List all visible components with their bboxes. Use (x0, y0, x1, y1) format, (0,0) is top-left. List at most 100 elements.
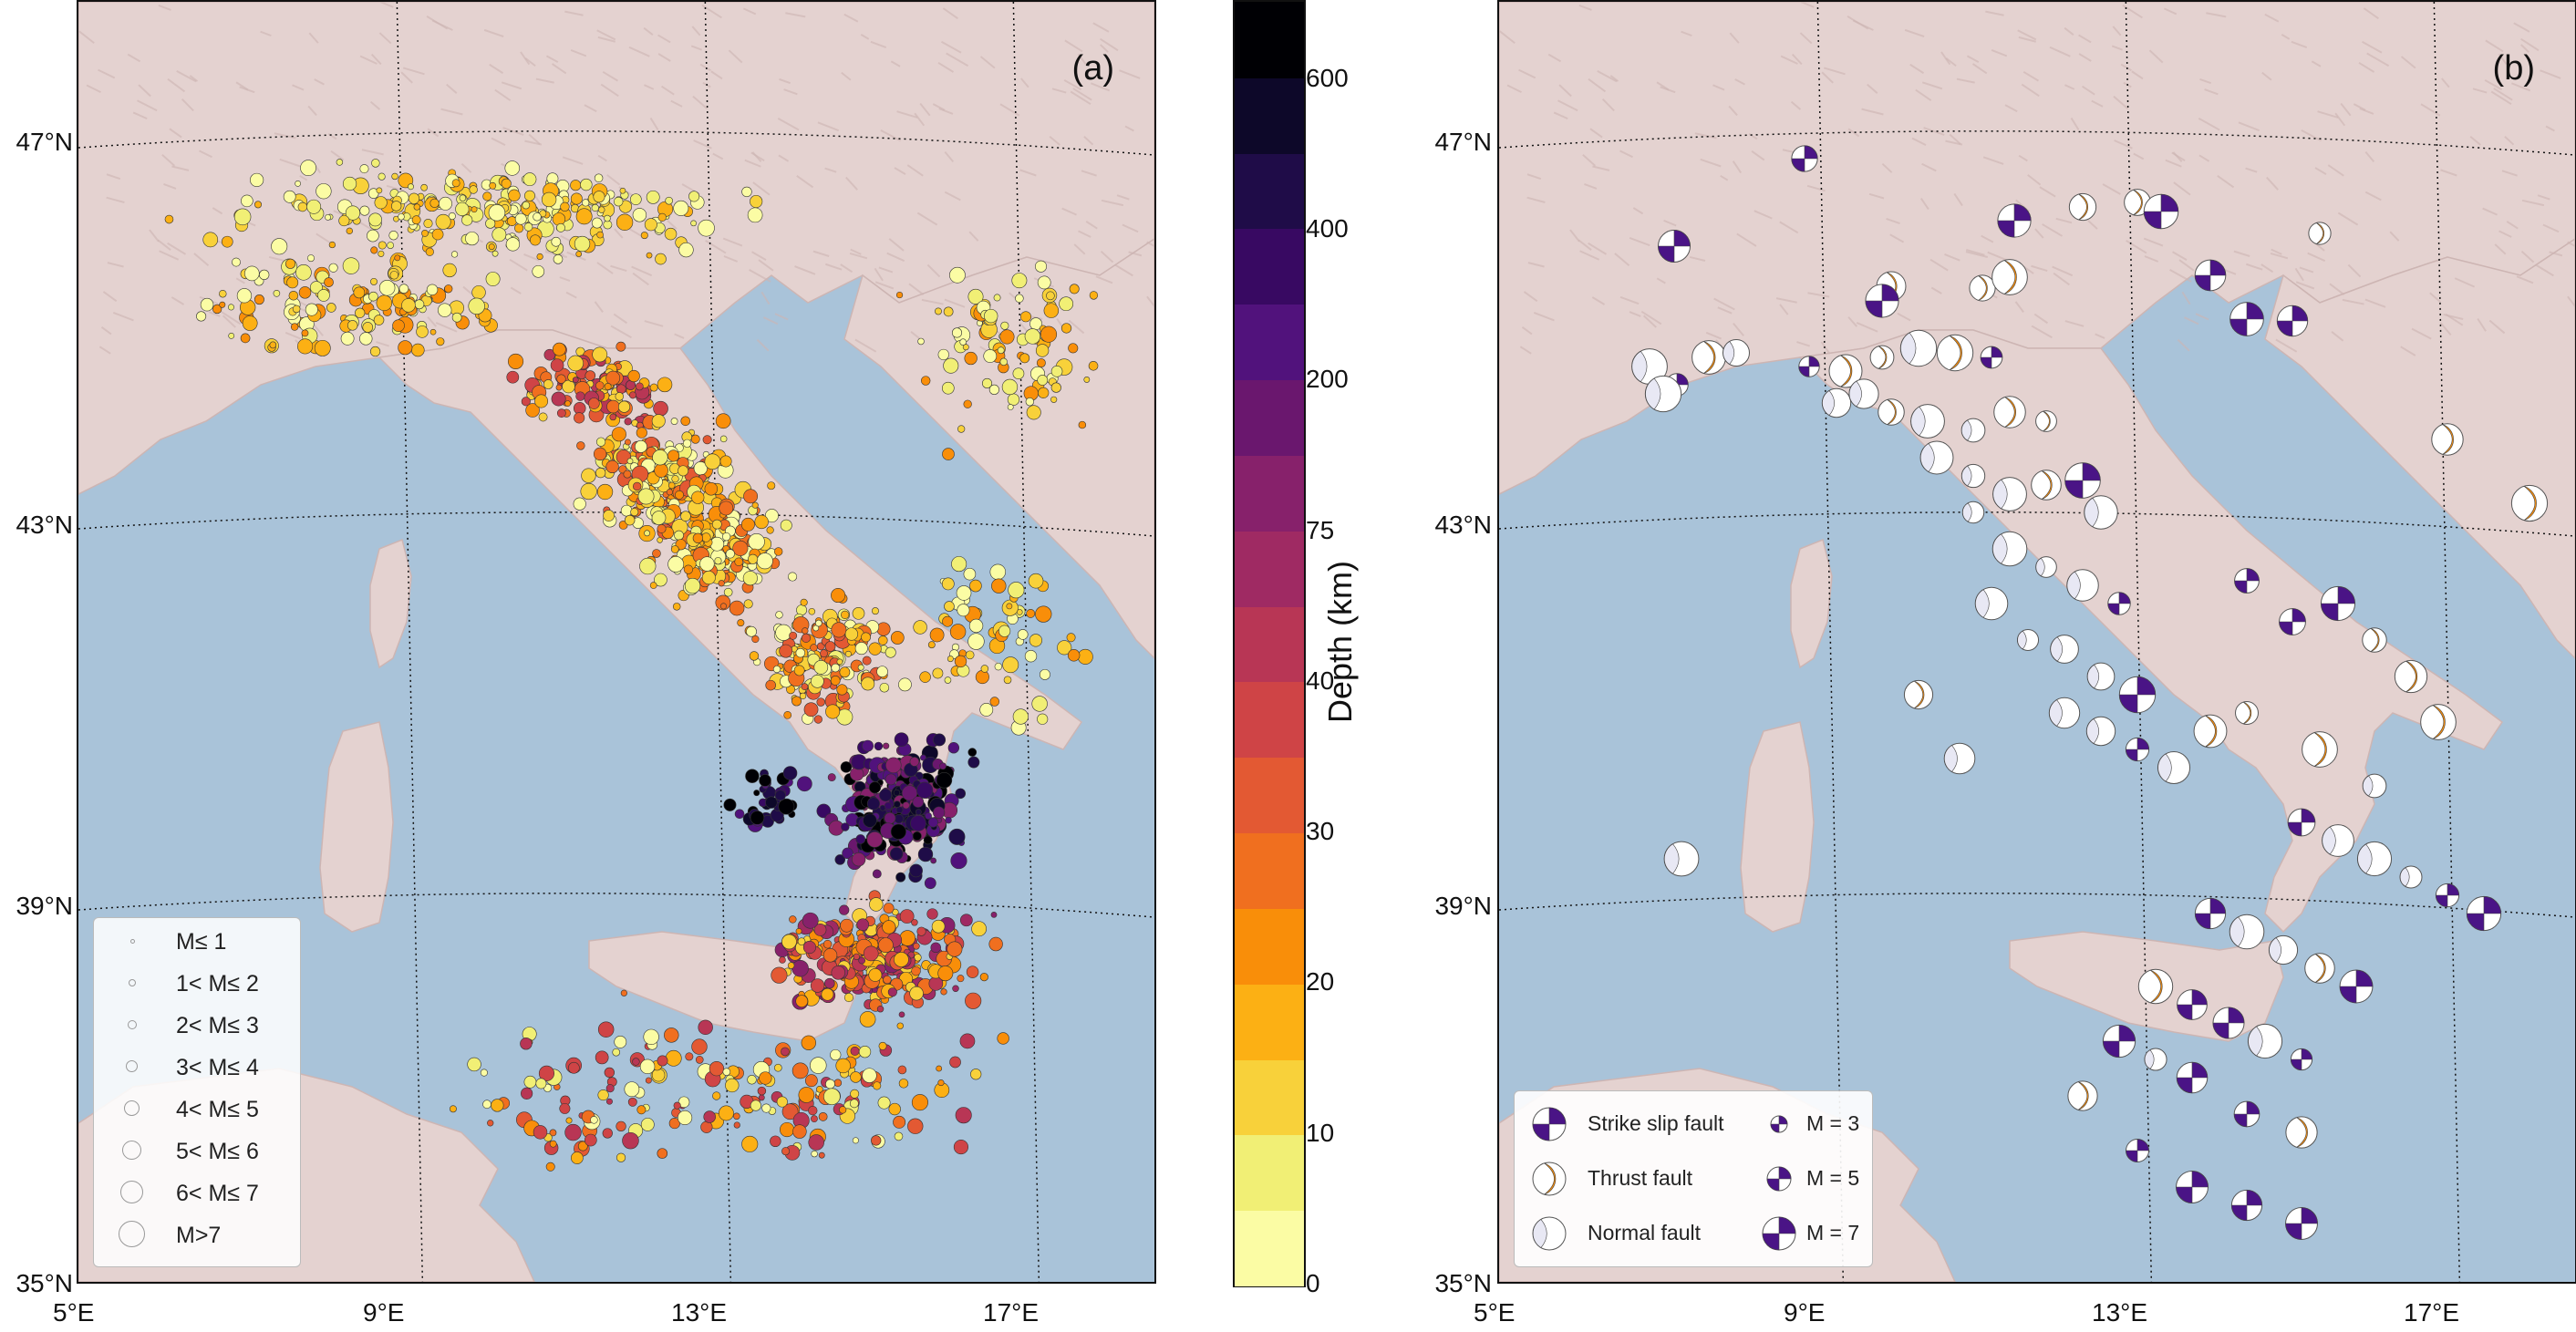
colorbar-segment (1235, 907, 1304, 985)
earthquake-marker (421, 230, 429, 237)
earthquake-marker (673, 1101, 681, 1110)
earthquake-marker (581, 468, 596, 483)
colorbar-segment (1235, 2, 1304, 78)
earthquake-marker (1077, 648, 1093, 665)
earthquake-marker (797, 937, 806, 945)
earthquake-marker (325, 213, 331, 221)
magnitude-7-icon (1762, 1216, 1796, 1251)
earthquake-marker (767, 481, 776, 490)
earthquake-marker (575, 208, 593, 225)
earthquake-marker (789, 631, 798, 640)
earthquake-marker (588, 398, 600, 409)
earthquake-marker (575, 391, 585, 401)
earthquake-marker (574, 235, 591, 253)
earthquake-marker (374, 196, 388, 210)
earthquake-marker (796, 776, 812, 792)
earthquake-marker (733, 1121, 740, 1129)
earthquake-marker (916, 781, 934, 799)
earthquake-marker (556, 408, 566, 418)
earthquake-marker (630, 508, 639, 517)
earthquake-marker (1069, 284, 1080, 294)
earthquake-marker (734, 557, 743, 567)
earthquake-marker (602, 1128, 613, 1139)
earthquake-marker (632, 208, 647, 222)
lon-label-17: 17°E (983, 1298, 1040, 1327)
earthquake-marker (651, 511, 667, 525)
legend-thrust: Thrust fault (1588, 1166, 1693, 1190)
earthquake-marker (840, 761, 853, 773)
earthquake-marker (963, 399, 972, 408)
earthquake-marker (584, 1133, 597, 1147)
earthquake-marker (949, 624, 967, 640)
earthquake-marker (649, 582, 657, 589)
earthquake-marker (469, 185, 478, 194)
earthquake-marker (849, 1099, 859, 1109)
earthquake-marker (997, 346, 1005, 355)
earthquake-marker (942, 615, 954, 627)
earthquake-marker (683, 439, 692, 448)
earthquake-marker (798, 1087, 815, 1103)
earthquake-marker (704, 453, 721, 470)
earthquake-marker (759, 774, 771, 787)
normal-fault-icon (1532, 1216, 1567, 1251)
earthquake-marker (1024, 328, 1041, 345)
earthquake-marker (1026, 608, 1036, 618)
earthquake-marker (1050, 382, 1061, 393)
earthquake-marker (823, 1088, 841, 1106)
earthquake-marker (468, 297, 485, 315)
earthquake-marker (932, 806, 946, 819)
earthquake-marker (815, 619, 822, 627)
earthquake-marker (894, 952, 909, 967)
earthquake-marker (560, 201, 570, 212)
earthquake-marker (567, 355, 584, 372)
parallel-line (1499, 893, 2575, 918)
earthquake-marker (632, 1058, 640, 1066)
earthquake-marker (639, 1058, 656, 1075)
earthquake-marker (754, 514, 769, 530)
earthquake-marker (822, 939, 833, 949)
earthquake-marker (965, 992, 982, 1009)
lon-label-13: 13°E (671, 1298, 728, 1327)
earthquake-marker (196, 311, 207, 322)
earthquake-marker (514, 223, 524, 233)
earthquake-marker (623, 470, 632, 479)
earthquake-marker (616, 384, 626, 395)
earthquake-marker (930, 857, 936, 864)
earthquake-marker (1067, 649, 1081, 662)
earthquake-marker (936, 772, 953, 789)
earthquake-marker (858, 1046, 872, 1058)
earthquake-marker (605, 459, 619, 474)
earthquake-marker (637, 488, 655, 505)
lat-label-43-b: 43°N (1434, 511, 1492, 539)
earthquake-marker (878, 1041, 887, 1050)
earthquake-marker (620, 989, 627, 996)
earthquake-marker (937, 965, 954, 982)
earthquake-marker (450, 251, 459, 258)
earthquake-marker (879, 682, 890, 693)
earthquake-marker (639, 557, 657, 575)
earthquake-marker (324, 277, 334, 287)
earthquake-marker (890, 631, 905, 645)
earthquake-marker (748, 533, 765, 551)
earthquake-marker (604, 214, 611, 222)
earthquake-marker (969, 579, 982, 593)
earthquake-marker (948, 828, 966, 845)
earthquake-marker (947, 742, 960, 754)
colorbar-segment (1235, 152, 1304, 230)
earthquake-marker (570, 1151, 584, 1164)
earthquake-marker (994, 662, 1003, 671)
earthquake-marker (936, 1065, 943, 1072)
earthquake-marker (425, 247, 434, 256)
earthquake-marker (810, 644, 818, 652)
earthquake-marker (611, 427, 626, 442)
earthquake-marker (624, 418, 632, 426)
earthquake-marker (772, 665, 781, 674)
earthquake-marker (750, 811, 765, 825)
earthquake-marker (947, 941, 963, 957)
earthquake-marker (644, 218, 657, 232)
earthquake-marker (949, 266, 966, 284)
earthquake-marker (741, 1135, 759, 1152)
earthquake-marker (643, 1028, 659, 1046)
earthquake-marker (971, 921, 988, 937)
earthquake-marker (1031, 696, 1048, 712)
